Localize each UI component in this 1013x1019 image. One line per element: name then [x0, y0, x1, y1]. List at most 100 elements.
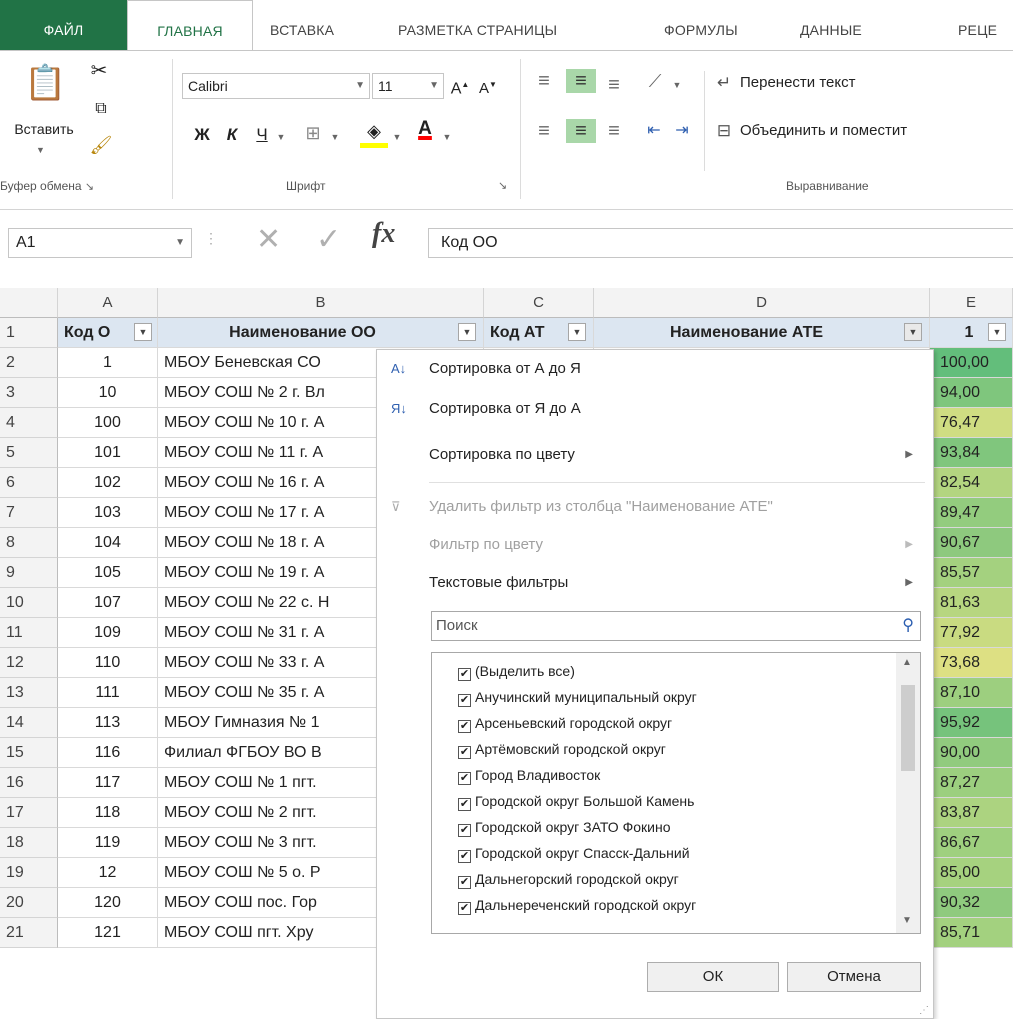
cell-code[interactable]: 103 — [58, 498, 158, 528]
scroll-thumb[interactable] — [901, 685, 915, 771]
align-middle-icon[interactable]: ≡ — [566, 69, 596, 93]
tab-insert[interactable]: ВСТАВКА — [270, 0, 334, 50]
cell-score[interactable]: 95,92 — [930, 708, 1013, 738]
row-header[interactable]: 7 — [0, 498, 58, 528]
align-right-icon[interactable]: ≡ — [600, 119, 628, 143]
checkbox[interactable]: ✔ — [458, 902, 471, 915]
sort-z-a-item[interactable]: Я↓ Сортировка от Я до А — [377, 390, 931, 428]
filter-list-item[interactable]: ✔ Город Владивосток — [458, 763, 600, 787]
column-header-d[interactable]: D — [594, 288, 930, 318]
column-header-b[interactable]: B — [158, 288, 484, 318]
copy-icon[interactable]: ⧉ — [86, 97, 116, 121]
cell-code[interactable]: 117 — [58, 768, 158, 798]
row-header[interactable]: 4 — [0, 408, 58, 438]
filter-search-input[interactable]: Поиск ⚲ — [431, 611, 921, 641]
bold-button[interactable]: Ж — [190, 123, 214, 147]
filter-dropdown-icon[interactable]: ▼ — [568, 323, 586, 341]
decrease-indent-icon[interactable]: ⇤ — [640, 119, 668, 143]
filter-list-item[interactable]: ✔ Городской округ ЗАТО Фокино — [458, 815, 670, 839]
font-size-select[interactable]: 11 ▼ — [372, 73, 444, 99]
checkbox[interactable]: ✔ — [458, 824, 471, 837]
borders-icon[interactable]: ⊞ — [300, 121, 326, 145]
tab-formulas[interactable]: ФОРМУЛЫ — [664, 0, 738, 50]
chevron-down-icon[interactable]: ▼ — [390, 125, 404, 149]
checkbox[interactable]: ✔ — [458, 850, 471, 863]
row-header[interactable]: 15 — [0, 738, 58, 768]
align-bottom-icon[interactable]: ≡ — [600, 73, 628, 97]
cancel-icon[interactable]: ✕ — [256, 222, 281, 257]
row-header[interactable]: 13 — [0, 678, 58, 708]
checkbox[interactable]: ✔ — [458, 720, 471, 733]
header-cell-name[interactable]: Наименование ОО ▼ — [158, 318, 484, 348]
chevron-down-icon[interactable]: ▼ — [328, 125, 342, 149]
format-painter-icon[interactable]: 🖌 — [86, 133, 116, 157]
select-all-corner[interactable] — [0, 288, 58, 318]
font-name-select[interactable]: Calibri ▼ — [182, 73, 370, 99]
cell-code[interactable]: 100 — [58, 408, 158, 438]
paste-button[interactable]: 📋 Вставить ▼ — [6, 59, 82, 164]
scroll-down-icon[interactable]: ▼ — [902, 915, 912, 926]
header-cell-e[interactable]: 1 ▼ — [930, 318, 1013, 348]
scroll-up-icon[interactable]: ▲ — [902, 657, 912, 668]
row-header[interactable]: 21 — [0, 918, 58, 948]
formula-input[interactable]: Код ОО — [428, 228, 1013, 258]
checkbox[interactable]: ✔ — [458, 694, 471, 707]
cell-score[interactable]: 76,47 — [930, 408, 1013, 438]
cell-score[interactable]: 85,57 — [930, 558, 1013, 588]
cell-score[interactable]: 86,67 — [930, 828, 1013, 858]
row-header[interactable]: 11 — [0, 618, 58, 648]
cell-code[interactable]: 118 — [58, 798, 158, 828]
cell-code[interactable]: 119 — [58, 828, 158, 858]
sort-a-z-item[interactable]: A↓ Сортировка от А до Я — [377, 350, 931, 388]
sort-by-color-item[interactable]: Сортировка по цвету ▶ — [377, 436, 931, 474]
cell-code[interactable]: 110 — [58, 648, 158, 678]
row-header[interactable]: 12 — [0, 648, 58, 678]
tab-data[interactable]: ДАННЫЕ — [800, 0, 862, 50]
dialog-launcher-icon[interactable]: ↘ — [498, 179, 507, 192]
row-header[interactable]: 2 — [0, 348, 58, 378]
tab-page-layout[interactable]: РАЗМЕТКА СТРАНИЦЫ — [398, 0, 557, 50]
cell-code[interactable]: 113 — [58, 708, 158, 738]
column-header-a[interactable]: A — [58, 288, 158, 318]
cell-score[interactable]: 90,67 — [930, 528, 1013, 558]
insert-function-icon[interactable]: fx — [372, 218, 395, 250]
cancel-button[interactable]: Отмена — [787, 962, 921, 992]
underline-button[interactable]: Ч — [252, 123, 272, 147]
checkbox[interactable]: ✔ — [458, 798, 471, 811]
header-cell-ate-code[interactable]: Код АТ ▼ — [484, 318, 594, 348]
cell-code[interactable]: 101 — [58, 438, 158, 468]
cell-code[interactable]: 120 — [58, 888, 158, 918]
row-header[interactable]: 16 — [0, 768, 58, 798]
align-top-icon[interactable]: ≡ — [530, 69, 558, 93]
column-header-e[interactable]: E — [930, 288, 1013, 318]
filter-dropdown-icon[interactable]: ▼ — [904, 323, 922, 341]
row-header[interactable]: 20 — [0, 888, 58, 918]
font-color-icon[interactable]: A — [412, 117, 438, 141]
cell-code[interactable]: 102 — [58, 468, 158, 498]
row-header[interactable]: 10 — [0, 588, 58, 618]
filter-list-item[interactable]: ✔ Арсеньевский городской округ — [458, 711, 672, 735]
decrease-font-icon[interactable]: A▼ — [476, 73, 500, 101]
filter-list-item[interactable]: ✔ Дальнегорский городской округ — [458, 867, 679, 891]
cell-score[interactable]: 93,84 — [930, 438, 1013, 468]
row-header[interactable]: 18 — [0, 828, 58, 858]
filter-list-item[interactable]: ✔ (Выделить все) — [458, 659, 575, 683]
cell-score[interactable]: 82,54 — [930, 468, 1013, 498]
row-header[interactable]: 8 — [0, 528, 58, 558]
column-header-c[interactable]: C — [484, 288, 594, 318]
row-header[interactable]: 6 — [0, 468, 58, 498]
cell-score[interactable]: 85,00 — [930, 858, 1013, 888]
cell-score[interactable]: 100,00 — [930, 348, 1013, 378]
chevron-down-icon[interactable]: ▼ — [440, 125, 454, 149]
increase-indent-icon[interactable]: ⇥ — [668, 119, 696, 143]
cut-icon[interactable]: ✂ — [84, 59, 114, 83]
header-cell-ate-name[interactable]: Наименование АТЕ ▼ — [594, 318, 930, 348]
row-header[interactable]: 5 — [0, 438, 58, 468]
ok-button[interactable]: ОК — [647, 962, 779, 992]
name-box[interactable]: A1 ▼ — [8, 228, 192, 258]
align-center-icon[interactable]: ≡ — [566, 119, 596, 143]
fill-color-icon[interactable]: ◈ — [360, 119, 388, 148]
cell-code[interactable]: 121 — [58, 918, 158, 948]
checkbox[interactable]: ✔ — [458, 668, 471, 681]
cell-code[interactable]: 104 — [58, 528, 158, 558]
